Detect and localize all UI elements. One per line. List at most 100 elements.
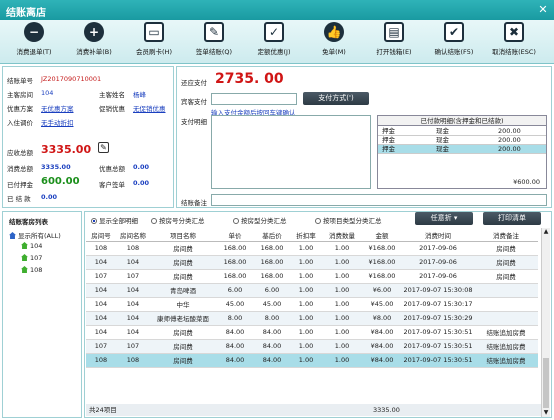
tree-room-item[interactable]: 108	[21, 266, 42, 274]
edit-icon[interactable]: ✎	[98, 142, 109, 153]
footer-count: 共24项目	[89, 406, 117, 414]
remark-label: 结账备注	[181, 199, 207, 207]
table-cell: 房间费	[150, 325, 216, 340]
table-cell: 6.00	[216, 283, 254, 298]
radio-icon	[151, 218, 157, 224]
remark-input[interactable]	[211, 194, 547, 206]
table-row[interactable]: 108 108 房间费 168.00 168.00 1.00 1.00 ¥168.00 2017…	[86, 241, 538, 256]
tree-room-item[interactable]: 107	[21, 254, 42, 262]
table-cell: 1.00	[290, 269, 322, 284]
toolbar-button-1[interactable]: + 消费补单(B)	[66, 22, 122, 62]
plus-circle-icon: +	[84, 22, 104, 42]
column-header[interactable]: 消费数量	[322, 229, 362, 242]
table-cell: 1.00	[322, 353, 362, 368]
due-label: 应收总额	[7, 149, 33, 157]
table-cell: ¥45.00	[362, 297, 402, 312]
promo2-link[interactable]: 无促销优惠	[133, 103, 166, 113]
toolbar-button-6[interactable]: ▤ 打开钱箱(E)	[366, 22, 422, 62]
radio-icon	[315, 218, 321, 224]
table-cell: 1.00	[322, 311, 362, 326]
table-cell: 1.00	[322, 255, 362, 270]
column-header[interactable]: 金额	[362, 229, 402, 242]
table-row[interactable]: 104 104 康师傅老坛酸菜面 8.00 8.00 1.00 1.00 ¥8.00 2017-…	[86, 311, 538, 326]
paid-row[interactable]: 押金 现金 200.00	[378, 145, 546, 154]
table-cell: 107	[86, 339, 116, 354]
table-cell: 房间费	[150, 241, 216, 256]
table-row[interactable]: 104 104 中华 45.00 45.00 1.00 1.00 ¥45.00 2017-09-…	[86, 297, 538, 312]
table-cell: 1.00	[322, 339, 362, 354]
payment-detail-box[interactable]	[211, 115, 371, 189]
tree-root[interactable]: 显示所有(ALL)	[9, 230, 61, 240]
filter-radio-3[interactable]: 按项目类型分类汇总	[315, 215, 382, 225]
toolbar-button-8[interactable]: ✖ 取消结账(ESC)	[486, 22, 542, 62]
filter-radio-1[interactable]: 按房号分类汇总	[151, 215, 205, 225]
pen-sign-icon: ✎	[204, 22, 224, 42]
pay-amount-input[interactable]	[211, 93, 297, 105]
table-cell: ¥168.00	[362, 241, 402, 256]
filter-radio-2[interactable]: 按房型分类汇总	[233, 215, 287, 225]
table-row[interactable]: 108 108 房间费 84.00 84.00 1.00 1.00 ¥84.00 2017-09…	[86, 353, 538, 368]
table-row[interactable]: 107 107 房间费 168.00 168.00 1.00 1.00 ¥168.00 2017…	[86, 269, 538, 284]
table-row[interactable]: 104 104 房间费 168.00 168.00 1.00 1.00 ¥168.00 2017…	[86, 255, 538, 270]
paid-row[interactable]: 押金 现金 200.00	[378, 127, 546, 136]
table-cell: 8.00	[254, 311, 290, 326]
toolbar-button-3[interactable]: ✎ 签单结账(Q)	[186, 22, 242, 62]
table-cell: 6.00	[254, 283, 290, 298]
close-button[interactable]: ✕	[536, 3, 550, 16]
table-cell: ¥8.00	[362, 311, 402, 326]
table-cell: 康师傅老坛酸菜面	[150, 311, 216, 326]
table-cell: 108	[116, 241, 150, 256]
promo-link[interactable]: 无优惠方案	[41, 103, 74, 113]
table-cell: ¥168.00	[362, 269, 402, 284]
paid-method: 现金	[436, 145, 449, 153]
grid-scrollbar[interactable]: ▲ ▼	[541, 228, 550, 417]
column-header[interactable]: 房间号	[86, 229, 116, 242]
paid-type: 押金	[382, 145, 395, 153]
column-header[interactable]: 基后价	[254, 229, 290, 242]
table-cell: 104	[116, 283, 150, 298]
table-cell: ¥84.00	[362, 353, 402, 368]
column-header[interactable]: 项目名称	[150, 229, 216, 242]
toolbar-button-label: 签单结账(Q)	[195, 48, 233, 56]
filter-radio-0[interactable]: 显示全部明细	[91, 215, 138, 225]
radio-icon	[91, 218, 97, 224]
toolbar-button-2[interactable]: ▭ 会员刷卡(H)	[126, 22, 182, 62]
table-cell: ¥84.00	[362, 325, 402, 340]
toolbar-button-0[interactable]: − 消费退单(T)	[6, 22, 62, 62]
column-header[interactable]: 折扣率	[290, 229, 322, 242]
table-cell: 房间费	[150, 269, 216, 284]
toolbar-button-label: 确认结账(F5)	[434, 48, 474, 56]
due-value: 3335.00	[41, 143, 92, 156]
sign-label: 客户签单	[99, 181, 125, 189]
paid-detail-table: 已付款明细(含押金和已结款) 押金 现金 200.00 押金 现金 200.00 押金 现金 2…	[377, 115, 547, 189]
table-cell: 1.00	[322, 269, 362, 284]
table-cell: 45.00	[254, 297, 290, 312]
table-cell: 108	[116, 353, 150, 368]
adjust-link[interactable]: 无手动折扣	[41, 117, 74, 127]
filter-radio-label: 按房号分类汇总	[159, 217, 205, 225]
payment-method-button[interactable]: 支付方式(')	[303, 92, 369, 105]
sign-value: 0.00	[133, 179, 150, 187]
column-header[interactable]: 单价	[216, 229, 254, 242]
table-cell: 结账追加房费	[474, 325, 538, 340]
toolbar-button-7[interactable]: ✔ 确认结账(F5)	[426, 22, 482, 62]
column-header[interactable]: 消费时间	[402, 229, 474, 242]
tree-room-item[interactable]: 104	[21, 242, 42, 250]
table-cell: 房间费	[474, 269, 538, 284]
table-cell: 104	[86, 325, 116, 340]
back-amount: 2735. 00	[215, 71, 284, 87]
discount-dropdown[interactable]: 任意折 ▾	[415, 212, 473, 225]
toolbar-button-5[interactable]: 👍 免单(M)	[306, 22, 362, 62]
consumption-table: 房间号 房间名称 项目名称 单价 基后价 折扣率 消费数量 金额 消费时间 消费备注 108 108…	[86, 229, 538, 368]
promo-label: 优惠方案	[7, 105, 33, 113]
table-row[interactable]: 107 107 房间费 84.00 84.00 1.00 1.00 ¥84.00 2017-09…	[86, 339, 538, 354]
print-button[interactable]: 打印清单	[483, 212, 541, 225]
minus-circle-icon: −	[24, 22, 44, 42]
toolbar-button-4[interactable]: ✓ 定额优惠(J)	[246, 22, 302, 62]
column-header[interactable]: 房间名称	[116, 229, 150, 242]
table-cell: 2017-09-06	[402, 255, 474, 270]
table-row[interactable]: 104 104 房间费 84.00 84.00 1.00 1.00 ¥84.00 2017-09…	[86, 325, 538, 340]
table-row[interactable]: 104 104 青岛啤酒 6.00 6.00 1.00 1.00 ¥6.00 2017-09-0…	[86, 283, 538, 298]
column-header[interactable]: 消费备注	[474, 229, 538, 242]
paid-row[interactable]: 押金 现金 200.00	[378, 136, 546, 145]
